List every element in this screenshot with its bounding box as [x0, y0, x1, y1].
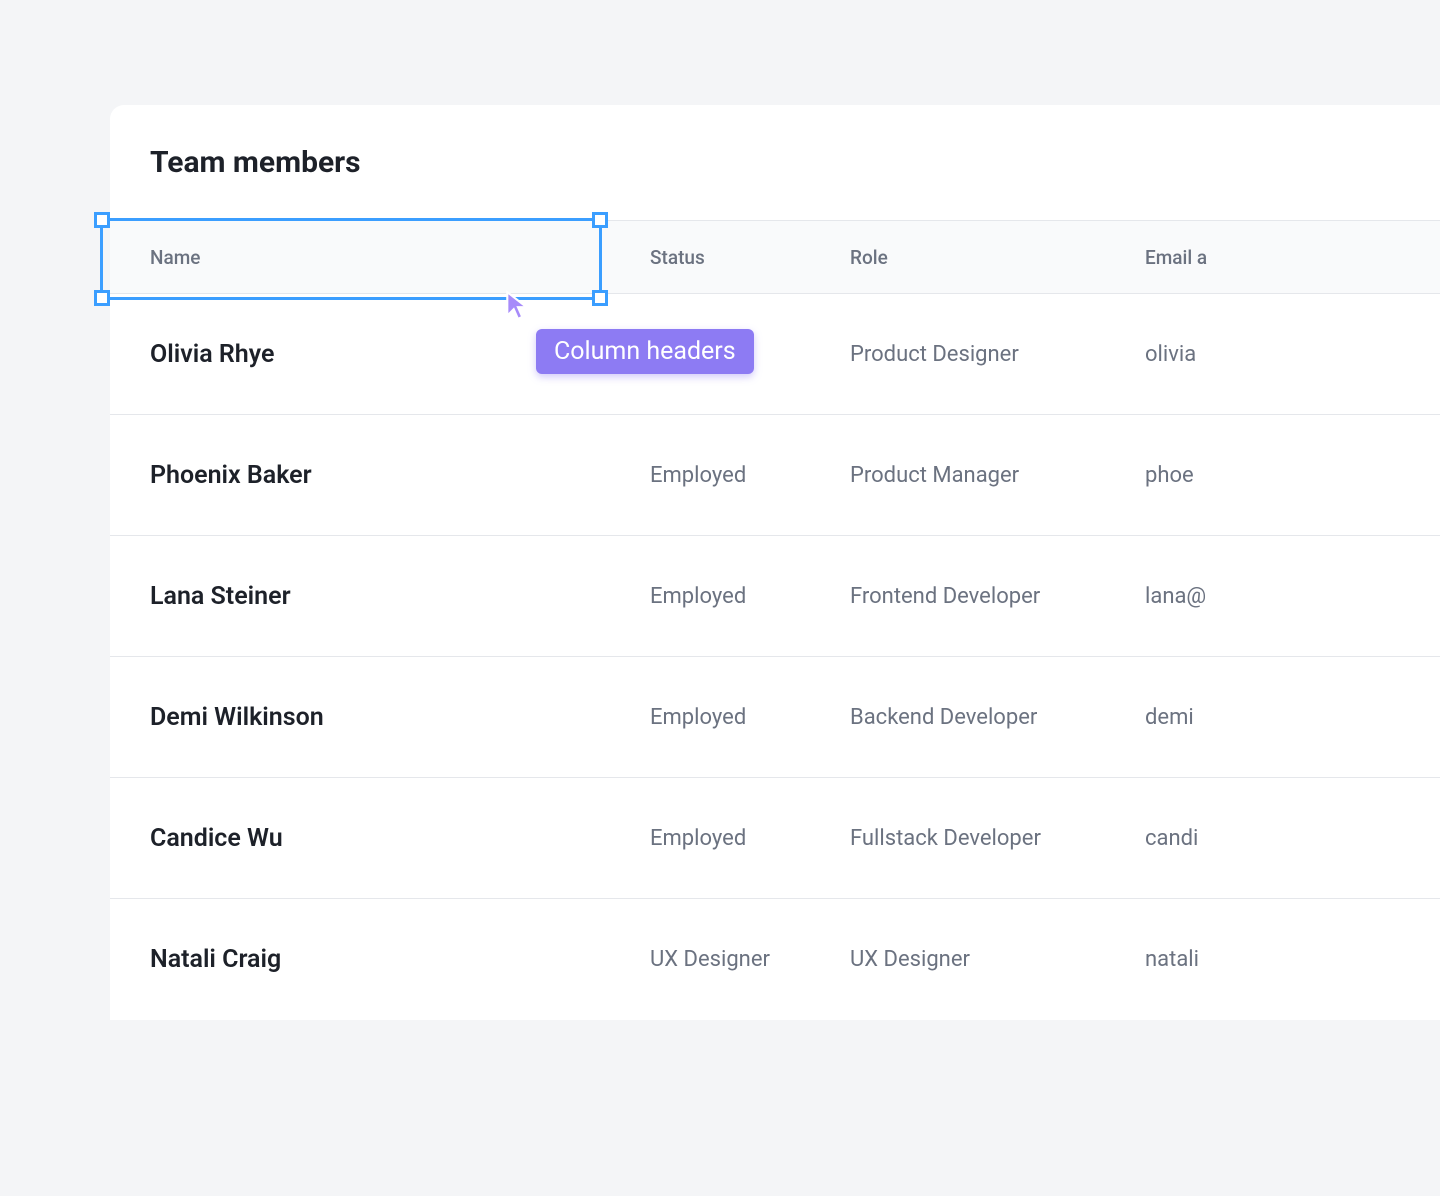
cell-role: Fullstack Developer [850, 826, 1145, 851]
table-row[interactable]: Lana Steiner Employed Frontend Developer… [110, 536, 1440, 657]
cell-email: lana@ [1145, 584, 1440, 609]
cell-name: Phoenix Baker [150, 461, 650, 490]
cell-role: Backend Developer [850, 705, 1145, 730]
table-body: Olivia Rhye Product Designer olivia Phoe… [110, 294, 1440, 1020]
cell-role: Frontend Developer [850, 584, 1145, 609]
cell-email: natali [1145, 947, 1440, 972]
team-members-table: Name Status Role Email a Olivia Rhye Pro… [110, 220, 1440, 1020]
table-row[interactable]: Olivia Rhye Product Designer olivia [110, 294, 1440, 415]
cell-email: candi [1145, 826, 1440, 851]
table-row[interactable]: Demi Wilkinson Employed Backend Develope… [110, 657, 1440, 778]
cell-role: UX Designer [850, 947, 1145, 972]
card-title: Team members [110, 145, 1440, 180]
cell-name: Lana Steiner [150, 582, 650, 611]
table-row[interactable]: Natali Craig UX Designer UX Designer nat… [110, 899, 1440, 1020]
cell-name: Natali Craig [150, 945, 650, 974]
cell-status: Employed [650, 584, 850, 609]
column-header-email[interactable]: Email a [1145, 246, 1440, 269]
column-header-name[interactable]: Name [150, 246, 650, 269]
cell-status: Employed [650, 705, 850, 730]
table-header-row: Name Status Role Email a [110, 220, 1440, 294]
cell-role: Product Designer [850, 342, 1145, 367]
cell-email: demi [1145, 705, 1440, 730]
team-members-card: Team members Name Status Role Email a Ol… [110, 105, 1440, 1020]
cell-role: Product Manager [850, 463, 1145, 488]
selection-handle-icon[interactable] [94, 290, 110, 306]
selection-tooltip: Column headers [536, 329, 754, 374]
cell-name: Candice Wu [150, 824, 650, 853]
cell-email: olivia [1145, 342, 1440, 367]
cell-name: Demi Wilkinson [150, 703, 650, 732]
cell-status: Employed [650, 826, 850, 851]
column-header-status[interactable]: Status [650, 246, 850, 269]
cell-email: phoe [1145, 463, 1440, 488]
table-row[interactable]: Phoenix Baker Employed Product Manager p… [110, 415, 1440, 536]
selection-handle-icon[interactable] [94, 212, 110, 228]
cell-status: UX Designer [650, 947, 850, 972]
column-header-role[interactable]: Role [850, 246, 1145, 269]
table-row[interactable]: Candice Wu Employed Fullstack Developer … [110, 778, 1440, 899]
cell-status: Employed [650, 463, 850, 488]
